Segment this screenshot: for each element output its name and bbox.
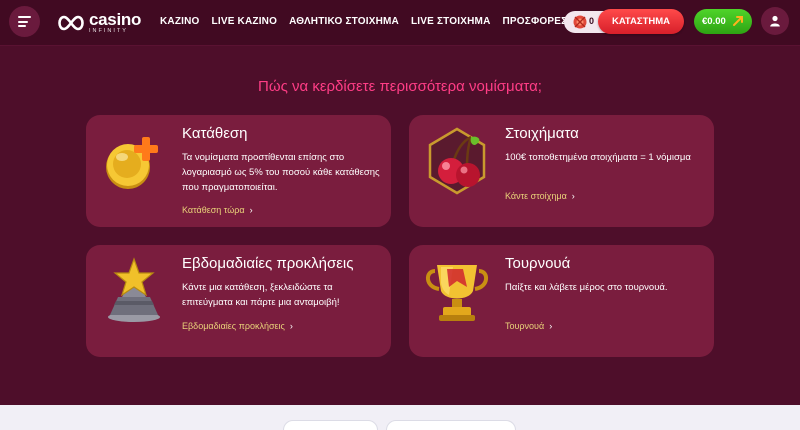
card-description: Τα νομίσματα προστίθενται επίσης στο λογ… xyxy=(182,152,380,193)
logo-word: casino xyxy=(89,10,142,29)
card-title: Εβδομαδιαίες προκλήσεις xyxy=(182,255,354,272)
bottom-tab[interactable] xyxy=(386,420,516,430)
shop-button[interactable]: ΚΑΤΑΣΤΗΜΑ xyxy=(598,9,684,34)
link-label: Εβδομαδιαίες προκλήσεις xyxy=(182,321,285,331)
card-deposit: Κατάθεση Τα νομίσματα προστίθενται επίση… xyxy=(86,115,391,227)
card-title: Τουρνουά xyxy=(505,255,571,272)
user-icon xyxy=(770,15,780,27)
casino-logo[interactable]: casino INFINITY xyxy=(55,11,141,35)
main-nav: ΚΑΖΙΝΟ LIVE ΚΑΖΙΝΟ ΑΘΛΗΤΙΚΟ ΣΤΟΙΧΗΜΑ LIV… xyxy=(160,16,567,27)
card-description: Κάντε μια κατάθεση, ξεκλειδώστε τα επιτε… xyxy=(182,282,340,308)
card-description: Παίξτε και λάβετε μέρος στο τουρνουά. xyxy=(505,282,668,293)
star-trophy-icon xyxy=(108,257,160,322)
place-bet-link[interactable]: Κάντε στοίχημα › xyxy=(505,191,575,201)
logo-subword: INFINITY xyxy=(89,28,128,34)
card-title: Κατάθεση xyxy=(182,125,248,142)
chevron-right-icon: › xyxy=(549,321,553,331)
top-header: casino INFINITY ΚΑΖΙΝΟ LIVE ΚΑΖΙΝΟ ΑΘΛΗΤ… xyxy=(0,0,800,46)
link-label: Κάντε στοίχημα xyxy=(505,191,567,201)
chevron-right-icon: › xyxy=(249,205,253,215)
nav-live-casino[interactable]: LIVE ΚΑΖΙΝΟ xyxy=(212,16,278,27)
bottom-tab[interactable] xyxy=(283,420,378,430)
infinity-logo-icon xyxy=(58,15,84,31)
nav-live-betting[interactable]: LIVE ΣΤΟΙΧΗΜΑ xyxy=(411,16,491,27)
coins-count: 0 xyxy=(589,16,595,26)
nav-promotions[interactable]: ΠΡΟΣΦΟΡΕΣ xyxy=(503,16,568,27)
cherries-icon xyxy=(428,127,486,195)
deposit-now-link[interactable]: Κατάθεση τώρα › xyxy=(182,205,253,215)
section-title: Πώς να κερδίσετε περισσότερα νομίσματα; xyxy=(258,78,542,95)
card-title: Στοιχήματα xyxy=(505,125,579,142)
nav-casino[interactable]: ΚΑΖΙΝΟ xyxy=(160,16,200,27)
chevron-right-icon: › xyxy=(289,321,293,331)
deposit-arrow-icon xyxy=(733,16,743,26)
hamburger-icon xyxy=(18,14,31,30)
card-bets: Στοιχήματα 100€ τοποθετημένα στοιχήματα … xyxy=(409,115,714,227)
card-description: 100€ τοποθετημένα στοιχήματα = 1 νόμισμα xyxy=(505,152,691,163)
profile-button[interactable] xyxy=(761,7,789,35)
weekly-challenges-link[interactable]: Εβδομαδιαίες προκλήσεις › xyxy=(182,321,293,331)
nav-sports-betting[interactable]: ΑΘΛΗΤΙΚΟ ΣΤΟΙΧΗΜΑ xyxy=(289,16,399,27)
bottom-section xyxy=(0,405,800,430)
balance-amount: €0.00 xyxy=(702,16,726,27)
balance-button[interactable]: €0.00 xyxy=(694,9,752,34)
link-label: Κατάθεση τώρα xyxy=(182,205,245,215)
link-label: Τουρνουά xyxy=(505,321,545,331)
card-tournaments: Τουρνουά Παίξτε και λάβετε μέρος στο του… xyxy=(409,245,714,357)
card-weekly-challenges: Εβδομαδιαίες προκλήσεις Κάντε μια κατάθε… xyxy=(86,245,391,357)
chevron-right-icon: › xyxy=(571,191,575,201)
gold-cup-icon xyxy=(426,265,488,321)
coin-plus-icon xyxy=(106,137,158,189)
tournaments-link[interactable]: Τουρνουά › xyxy=(505,321,552,331)
menu-button[interactable] xyxy=(9,6,40,37)
coins-icon xyxy=(573,15,587,29)
